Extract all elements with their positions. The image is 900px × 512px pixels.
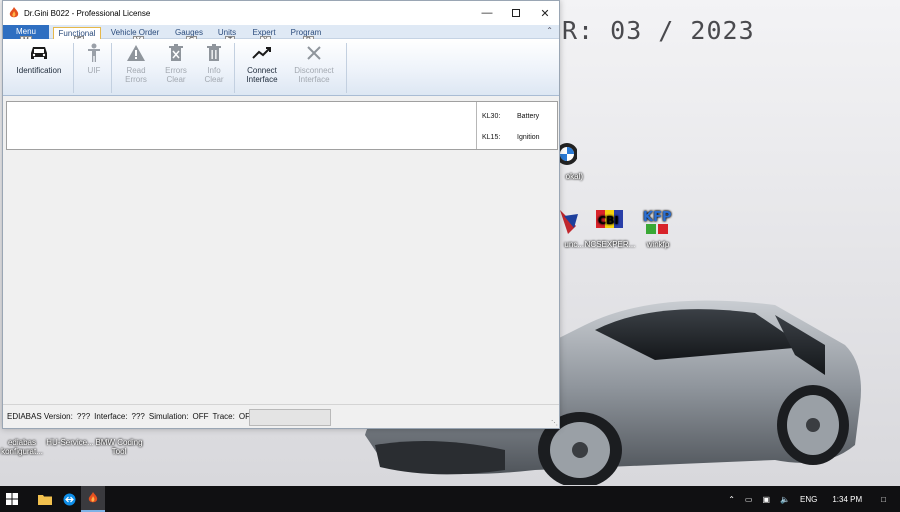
- uif-label: UIF: [87, 66, 101, 75]
- app-window: Dr.Gini B022 - Professional License — ✕ …: [2, 0, 560, 429]
- ediabas-version-label: EDIABAS Version:: [7, 412, 73, 421]
- volume-icon[interactable]: 🔈: [780, 495, 790, 504]
- connect-interface-label-line2: Interface: [246, 75, 278, 84]
- car-icon: [28, 43, 50, 63]
- desktop-icon-bmw-coding-tool[interactable]: BMW Coding Tool: [91, 428, 147, 456]
- maximize-icon: [512, 9, 520, 17]
- maximize-button[interactable]: [501, 1, 531, 25]
- kl30-value: Battery: [517, 113, 540, 120]
- connect-icon: [251, 43, 273, 63]
- chevron-up-icon[interactable]: ⌃: [728, 495, 735, 504]
- identification-button[interactable]: Identification: [11, 43, 67, 75]
- wallpaper-text: R: 03 / 2023: [562, 16, 755, 45]
- taskbar-teamviewer[interactable]: [57, 486, 81, 512]
- taskbar-drgini[interactable]: [81, 486, 105, 512]
- vehicle-info-panel: KL30: Battery KL15: Ignition: [6, 101, 558, 150]
- clock[interactable]: 1:34 PM: [832, 495, 862, 504]
- uif-button[interactable]: UIF: [79, 43, 109, 75]
- close-button[interactable]: ✕: [530, 1, 560, 25]
- ribbon-separator: [111, 43, 112, 93]
- connect-interface-label-line1: Connect: [247, 66, 277, 75]
- desktop-icon-winkfp[interactable]: KFP winkfp: [630, 206, 686, 249]
- battery-icon[interactable]: ▭: [745, 495, 753, 504]
- winkfp-icon: KFP: [642, 206, 674, 238]
- info-clear-button[interactable]: Info Clear: [196, 43, 232, 84]
- ribbon-separator: [234, 43, 235, 93]
- main-content-area: [6, 151, 558, 403]
- desktop-icon-label: BMW Coding: [95, 438, 143, 447]
- info-clear-label-line2: Clear: [204, 75, 224, 84]
- svg-text:CBI: CBI: [598, 214, 619, 227]
- person-icon: [83, 43, 105, 63]
- desktop-icon-label: HU-Service...: [46, 438, 94, 447]
- disconnect-interface-label-line1: Disconnect: [294, 66, 334, 75]
- simulation-value: OFF: [192, 412, 209, 421]
- ribbon-collapse-button[interactable]: ⌃: [546, 26, 553, 35]
- errors-clear-label-line2: Clear: [166, 75, 186, 84]
- read-errors-button[interactable]: Read Errors: [117, 43, 155, 84]
- windows-logo-icon: [6, 493, 18, 505]
- minimize-icon: —: [481, 7, 493, 19]
- app-logo-icon: [88, 492, 98, 503]
- system-tray: ⌃ ▭ ▣ 🔈 ENG 1:34 PM □: [723, 486, 900, 512]
- kl15-value: Ignition: [517, 134, 540, 141]
- minimize-button[interactable]: —: [472, 1, 502, 25]
- language-indicator[interactable]: ENG: [800, 495, 817, 504]
- ribbon-tab-bar: Menu Functional Vehicle Order Gauges Uni…: [3, 25, 559, 45]
- desktop-icon-hu-service[interactable]: HU-Service...: [42, 428, 98, 447]
- window-title: Dr.Gini B022 - Professional License: [24, 8, 151, 18]
- ribbon-separator: [346, 43, 347, 93]
- desktop-icon-label: winkfp: [646, 240, 670, 249]
- app-logo-icon: [9, 7, 19, 18]
- info-panel-divider: [476, 102, 477, 149]
- errors-clear-label-line1: Errors: [165, 66, 187, 75]
- network-icon[interactable]: ▣: [762, 495, 770, 504]
- desktop-icon-label: konfigurat...: [1, 447, 43, 456]
- title-bar[interactable]: Dr.Gini B022 - Professional License — ✕: [3, 1, 559, 25]
- svg-text:KFP: KFP: [643, 210, 671, 225]
- disconnect-icon: [303, 43, 325, 63]
- desktop-icon-label: Tool: [111, 447, 127, 456]
- folder-icon: [38, 494, 52, 505]
- chevron-up-icon: ⌃: [546, 26, 553, 35]
- ediabas-version-value: ???: [76, 412, 91, 421]
- notification-icon[interactable]: □: [881, 495, 886, 504]
- teamviewer-icon: [63, 493, 75, 505]
- ribbon-separator: [73, 43, 74, 93]
- interface-label: Interface:: [94, 412, 128, 421]
- close-icon: ✕: [540, 7, 550, 20]
- kl15-label: KL15:: [482, 134, 501, 141]
- interface-value: ???: [131, 412, 145, 421]
- taskbar: ⌃ ▭ ▣ 🔈 ENG 1:34 PM □: [0, 486, 900, 512]
- errors-clear-button[interactable]: Errors Clear: [157, 43, 195, 84]
- connect-interface-button[interactable]: Connect Interface: [239, 43, 285, 84]
- resize-grip-icon[interactable]: ⋱: [551, 419, 558, 427]
- trace-label: Trace:: [212, 412, 235, 421]
- start-button[interactable]: [0, 486, 24, 512]
- info-clear-label-line1: Info: [207, 66, 221, 75]
- trash-icon: [203, 43, 225, 63]
- ncsexpert-icon: CBI: [594, 206, 626, 238]
- status-bar: EDIABAS Version: ??? Interface: ??? Simu…: [3, 404, 559, 428]
- disconnect-interface-label-line2: Interface: [298, 75, 330, 84]
- read-errors-label-line2: Errors: [125, 75, 147, 84]
- taskbar-file-explorer[interactable]: [33, 486, 57, 512]
- ribbon-panel: Identification UIF Read Errors Errors Cl…: [3, 39, 559, 96]
- status-progress-bar: [249, 409, 331, 426]
- simulation-label: Simulation:: [148, 412, 189, 421]
- disconnect-interface-button[interactable]: Disconnect Interface: [289, 43, 339, 84]
- error-clear-icon: [165, 43, 187, 63]
- identification-label: Identification: [16, 66, 62, 75]
- kl30-label: KL30:: [482, 113, 501, 120]
- read-errors-label-line1: Read: [126, 66, 146, 75]
- warning-icon: [125, 43, 147, 63]
